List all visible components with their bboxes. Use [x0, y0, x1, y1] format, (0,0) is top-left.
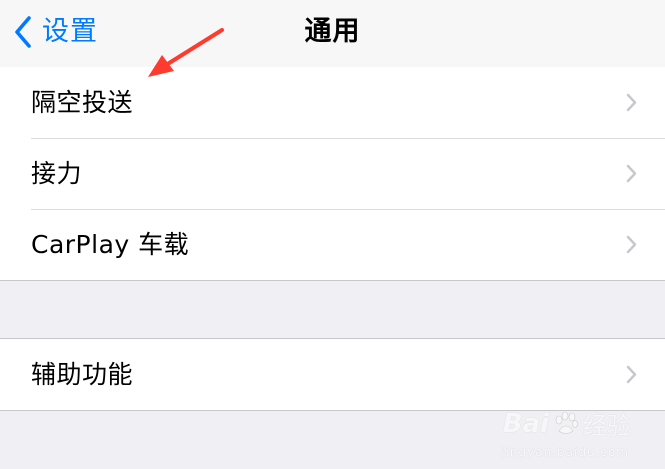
settings-row-handoff[interactable]: 接力 [0, 138, 665, 209]
baidu-jingyan-watermark: Bai 经验 [503, 406, 631, 441]
settings-group-2: 辅助功能 [0, 338, 665, 411]
chevron-right-icon [626, 93, 637, 112]
chevron-right-icon [626, 235, 637, 254]
row-label: 隔空投送 [31, 88, 134, 117]
settings-row-carplay[interactable]: CarPlay 车载 [0, 209, 665, 280]
page-title: 通用 [304, 16, 361, 47]
row-label: CarPlay 车载 [31, 230, 190, 259]
navigation-bar: 设置 通用 [0, 0, 665, 68]
row-label: 接力 [31, 159, 83, 188]
watermark-url: jingyan.baidu.com [501, 445, 629, 459]
chevron-right-icon [626, 365, 637, 384]
settings-group-1: 隔空投送 接力 CarPlay 车载 [0, 67, 665, 281]
paw-icon [555, 411, 578, 434]
row-label: 辅助功能 [31, 360, 134, 389]
watermark-sub: 经验 [583, 412, 631, 440]
settings-row-airdrop[interactable]: 隔空投送 [0, 67, 665, 138]
watermark-brand: Bai [502, 408, 549, 439]
settings-row-accessibility[interactable]: 辅助功能 [0, 339, 665, 410]
chevron-right-icon [626, 164, 637, 183]
